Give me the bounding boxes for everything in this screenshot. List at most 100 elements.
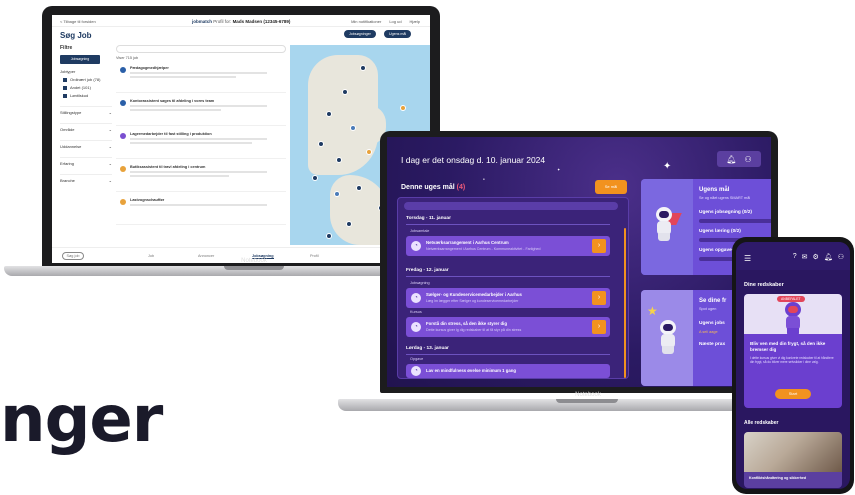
task-category: Opgave bbox=[410, 357, 424, 361]
card-link[interactable]: A seli aage bbox=[699, 330, 718, 334]
back-link[interactable]: < Tilbage til forsiden bbox=[60, 19, 96, 24]
recommended-course-card[interactable]: ANBEFALET Bliv ven med din frygt, så den… bbox=[744, 294, 842, 408]
filter-section-label: Branche bbox=[60, 178, 75, 183]
chevron-down-icon: ⌄ bbox=[108, 161, 112, 166]
map-pin-icon[interactable] bbox=[334, 191, 340, 197]
start-button[interactable]: Start bbox=[775, 389, 811, 399]
phone-actions: ? ✉ ⚙ 🔔︎ ⚇ bbox=[793, 253, 844, 261]
help-link[interactable]: Hjælp bbox=[410, 19, 420, 24]
day-label: Lørdag - 13. januar bbox=[406, 346, 449, 351]
task-title: Netværksarrangement i Aarhus Centrum bbox=[426, 240, 509, 245]
chevron-down-icon: ⌄ bbox=[108, 110, 112, 115]
job-title: Butiksassistent til travl afdeling i cen… bbox=[130, 165, 206, 169]
day-divider bbox=[406, 276, 610, 277]
notifications-link[interactable]: Min notifikationer bbox=[351, 19, 381, 24]
filter-group-label: Jobtyper bbox=[60, 69, 76, 74]
filter-checkbox-label: Andet (101) bbox=[70, 85, 91, 90]
bell-icon[interactable]: 🔔︎ bbox=[824, 253, 833, 261]
weekly-goal-button[interactable]: Ugens mål bbox=[384, 30, 412, 38]
map-pin-icon[interactable] bbox=[342, 89, 348, 95]
job-list-item[interactable]: Butiksassistent til travl afdeling i cen… bbox=[116, 162, 286, 192]
course-description: I dette kursus giver vi dig konkrete red… bbox=[750, 356, 834, 365]
scrollbar[interactable] bbox=[624, 228, 626, 378]
filter-section[interactable]: Branche ⌄ bbox=[60, 174, 112, 183]
filter-checkbox[interactable]: Ordinært job (78) bbox=[60, 77, 112, 82]
panel-fade bbox=[404, 202, 618, 210]
map-pin-icon[interactable] bbox=[350, 125, 356, 131]
laptop-base bbox=[338, 399, 748, 411]
user-icon[interactable]: ⚇ bbox=[744, 155, 751, 164]
day-divider bbox=[406, 224, 610, 225]
arrow-right-icon[interactable]: › bbox=[592, 239, 606, 253]
arrow-right-icon[interactable]: › bbox=[592, 320, 606, 334]
map-pin-icon[interactable] bbox=[326, 233, 332, 239]
filter-section[interactable]: Område ⌄ bbox=[60, 123, 112, 132]
bottom-search-pill[interactable]: Søg job bbox=[62, 252, 84, 260]
phone-screen: ☰ ? ✉ ⚙ 🔔︎ ⚇ Dine redskaber ANBEFALET Bl… bbox=[736, 242, 850, 489]
logout-link[interactable]: Log ud bbox=[389, 19, 401, 24]
menu-icon[interactable]: ☰ bbox=[744, 254, 751, 263]
map-pin-icon[interactable] bbox=[360, 65, 366, 71]
map-pin-icon[interactable] bbox=[346, 221, 352, 227]
save-search-button[interactable]: Jobsøgning bbox=[60, 55, 100, 64]
tab-profile[interactable]: Profil bbox=[310, 254, 319, 258]
see-goals-button[interactable]: Se mål bbox=[595, 180, 627, 194]
course-heading: Bliv ven med din frygt, så den ikke brem… bbox=[750, 341, 826, 352]
task-card[interactable]: Opgave ◔ Lav en mindfulness øvelse minim… bbox=[406, 357, 610, 378]
all-tools-title: Alle redskaber bbox=[744, 420, 779, 426]
tab-ads[interactable]: Annoncer bbox=[198, 254, 214, 258]
goal-item: Ugens jobsøgning (0/2) bbox=[699, 210, 753, 215]
job-list-item[interactable]: Kontorassistent søges til afdeling i vor… bbox=[116, 96, 286, 126]
job-searches-button[interactable]: Jobsøgninger bbox=[344, 30, 376, 38]
recommended-badge: ANBEFALET bbox=[777, 296, 805, 302]
weekly-plan-screen: ✦ ✦ ● I dag er det onsdag d. 10. januar … bbox=[387, 137, 771, 387]
help-icon[interactable]: ? bbox=[793, 253, 797, 261]
map-pin-icon[interactable] bbox=[312, 175, 318, 181]
map-pin-icon[interactable] bbox=[336, 157, 342, 163]
tool-photo bbox=[744, 432, 842, 472]
map-pin-icon[interactable] bbox=[356, 185, 362, 191]
page-title: Søg Job bbox=[60, 31, 92, 40]
map-pin-icon[interactable] bbox=[400, 105, 406, 111]
job-icon bbox=[120, 67, 126, 73]
mail-icon[interactable]: ✉ bbox=[802, 253, 808, 261]
task-card[interactable]: Jobsøgning ◔ Sælger- og Kundeservicemeda… bbox=[406, 281, 610, 308]
job-list-item[interactable]: Lagermedarbejder til fast stilling i pro… bbox=[116, 129, 286, 159]
profile-title: jobmatch Profil for: Mads Madsen (12345-… bbox=[192, 19, 290, 24]
profile-name: Mads Madsen (12345-6789) bbox=[232, 19, 291, 24]
filter-checkbox[interactable]: Løntilskud bbox=[60, 93, 112, 98]
filter-section-label: Stillingstype bbox=[60, 110, 82, 115]
filter-section[interactable]: Erfaring ⌄ bbox=[60, 157, 112, 166]
filter-section[interactable]: Stillingstype ⌄ bbox=[60, 106, 112, 115]
map-pin-icon[interactable] bbox=[366, 149, 372, 155]
map-pin-icon[interactable] bbox=[318, 141, 324, 147]
task-card[interactable]: Jobsamtale ◔ Netværksarrangement i Aarhu… bbox=[406, 229, 610, 256]
settings-icon[interactable]: ⚙ bbox=[813, 253, 819, 261]
job-list-item[interactable]: Lastvognschauffør bbox=[116, 195, 286, 225]
tool-card[interactable]: Konfliktshåndtering og sikkerhed bbox=[744, 432, 842, 488]
job-icon bbox=[120, 100, 126, 106]
filter-section[interactable]: Uddannelse ⌄ bbox=[60, 140, 112, 149]
map-pin-icon[interactable] bbox=[326, 111, 332, 117]
job-list-item[interactable]: Pædagogmedhjælper bbox=[116, 63, 286, 93]
notebook-label: Notebook bbox=[241, 258, 267, 264]
task-category: Kursus bbox=[410, 310, 422, 314]
arrow-right-icon[interactable]: › bbox=[592, 291, 606, 305]
task-card[interactable]: Kursus ◔ Forstå din stress, så den ikke … bbox=[406, 310, 610, 337]
astronaut-illustration: ★ bbox=[641, 290, 693, 386]
filter-checkbox[interactable]: Andet (101) bbox=[60, 85, 112, 90]
filter-section-label: Område bbox=[60, 127, 75, 132]
checkbox-icon bbox=[63, 85, 67, 90]
search-input[interactable] bbox=[116, 45, 286, 53]
filter-section-label: Uddannelse bbox=[60, 144, 82, 149]
goal-item: Næste prax bbox=[699, 342, 726, 347]
user-icon[interactable]: ⚇ bbox=[838, 253, 844, 261]
bell-icon[interactable]: 🔔︎ bbox=[726, 155, 736, 164]
astronaut-illustration bbox=[641, 179, 693, 275]
tools-title: Dine redskaber bbox=[744, 282, 784, 288]
job-icon bbox=[120, 166, 126, 172]
tab-job[interactable]: Job bbox=[148, 254, 154, 258]
card-title: Se dine fr bbox=[699, 298, 727, 304]
day-label: Torsdag - 11. januar bbox=[406, 216, 451, 221]
job-title: Lagermedarbejder til fast stilling i pro… bbox=[130, 132, 212, 136]
